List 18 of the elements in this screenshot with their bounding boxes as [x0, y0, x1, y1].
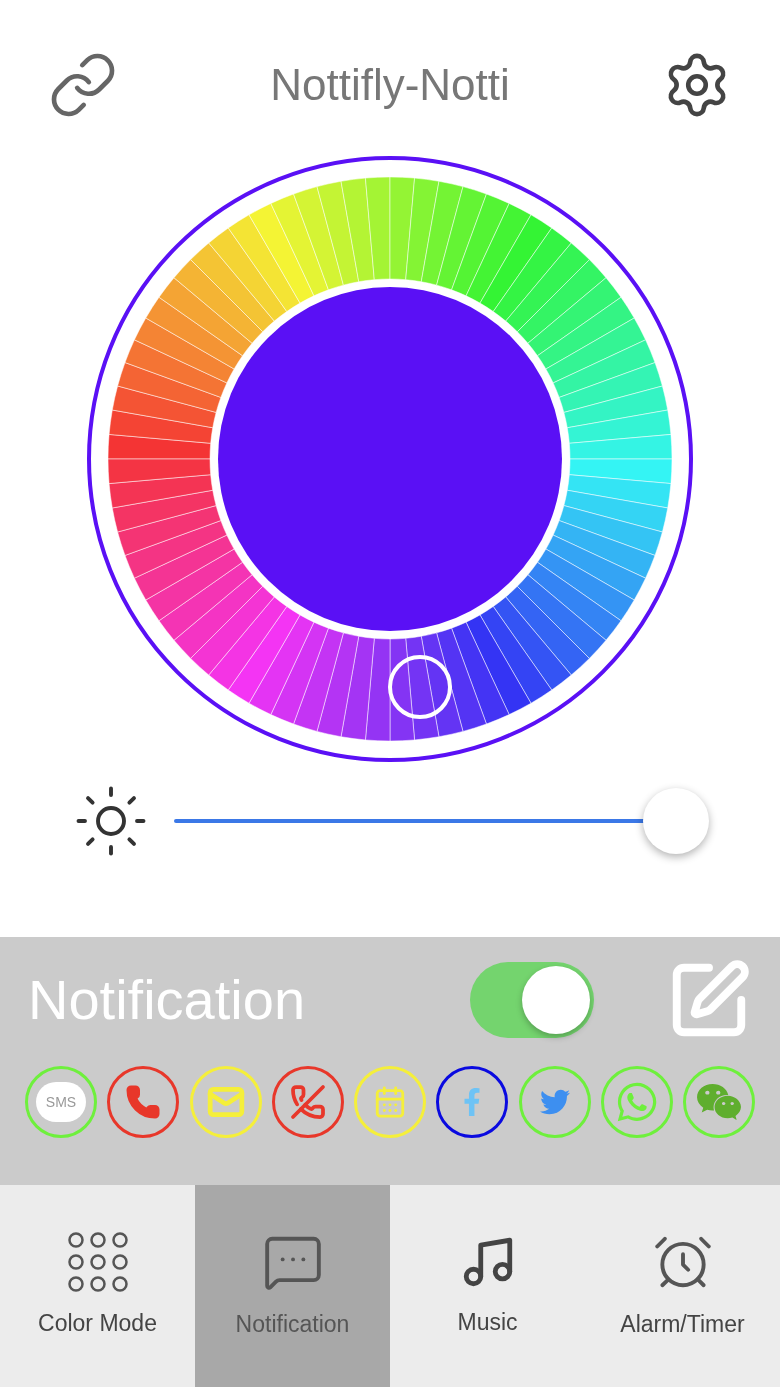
bottom-tab[interactable]: Color Mode — [0, 1185, 195, 1387]
phone-off-icon — [289, 1084, 326, 1120]
app-filter-button[interactable] — [436, 1066, 509, 1138]
dot-grid-icon — [67, 1231, 128, 1292]
color-picker-handle[interactable] — [388, 655, 452, 719]
calendar-icon — [373, 1085, 407, 1119]
brightness-slider[interactable] — [174, 788, 708, 854]
twitter-icon — [539, 1087, 570, 1117]
app-filter-button[interactable] — [107, 1066, 180, 1138]
slider-thumb[interactable] — [642, 788, 709, 854]
bottom-tab[interactable]: Music — [390, 1185, 585, 1387]
hue-ring-drawing[interactable] — [107, 176, 673, 742]
toggle-knob — [522, 965, 590, 1034]
bottom-tab[interactable]: Alarm/Timer — [585, 1185, 780, 1387]
app-title: Nottifly-Notti — [270, 59, 510, 111]
phone-icon — [125, 1084, 162, 1120]
app-filter-button[interactable] — [271, 1066, 344, 1138]
sms-bubble-icon: SMS — [36, 1082, 86, 1122]
